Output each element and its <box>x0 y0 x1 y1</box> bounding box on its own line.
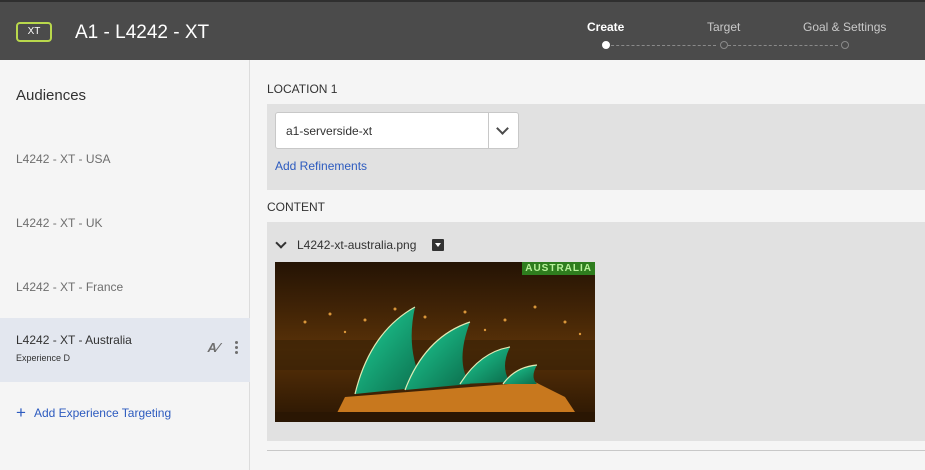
step-dot-icon <box>601 41 610 49</box>
xt-badge-icon: XT <box>16 22 52 42</box>
workflow-steps: Create Target Goal & Settings <box>570 20 910 54</box>
activity-title: A1 - L4242 - XT <box>75 22 210 43</box>
content-panel: L4242-xt-australia.png AUSTRALIA <box>267 222 925 441</box>
location-panel: a1-serverside-xt Add Refinements <box>267 104 925 190</box>
audience-item-usa[interactable]: L4242 - XT - USA <box>0 126 250 190</box>
preview-tag: AUSTRALIA <box>522 262 595 275</box>
audiences-sidebar: Audiences L4242 - XT - USA L4242 - XT - … <box>0 60 250 470</box>
collapse-chevron-icon[interactable] <box>275 237 287 249</box>
opera-house-image <box>275 262 595 422</box>
add-experience-targeting-button[interactable]: + Add Experience Targeting <box>16 403 172 422</box>
content-file-name: L4242-xt-australia.png <box>297 238 417 252</box>
chevron-down-icon <box>496 122 509 135</box>
step-label: Goal & Settings <box>803 20 887 34</box>
content-preview-image[interactable]: AUSTRALIA <box>275 262 595 422</box>
more-icon[interactable] <box>235 341 238 354</box>
step-create[interactable]: Create <box>587 20 624 49</box>
audience-item-uk[interactable]: L4242 - XT - UK <box>0 190 250 254</box>
step-dot-icon <box>719 41 728 49</box>
location-select-toggle[interactable] <box>488 113 518 148</box>
content-section-label: CONTENT <box>267 200 325 214</box>
main-panel: LOCATION 1 a1-serverside-xt Add Refineme… <box>251 60 925 470</box>
app-header: XT A1 - L4242 - XT Create Target Goal & … <box>0 0 925 60</box>
add-refinements-link[interactable]: Add Refinements <box>275 159 367 173</box>
step-label: Target <box>707 20 741 34</box>
audience-label: L4242 - XT - France <box>16 280 124 294</box>
sidebar-title: Audiences <box>16 87 87 104</box>
divider <box>267 450 925 451</box>
step-dot-icon <box>840 41 849 49</box>
audience-item-france[interactable]: L4242 - XT - France <box>0 254 250 318</box>
audience-item-australia[interactable]: L4242 - XT - Australia Experience D A⁄ <box>0 318 250 382</box>
step-goal-settings[interactable]: Goal & Settings <box>803 20 886 49</box>
plus-icon: + <box>16 403 26 422</box>
content-file-row: L4242-xt-australia.png <box>275 237 445 252</box>
step-label: Create <box>587 20 625 34</box>
experience-label: Experience D <box>16 353 71 363</box>
audience-label: L4242 - XT - Australia <box>16 333 132 347</box>
step-target[interactable]: Target <box>707 20 740 49</box>
add-targeting-label: Add Experience Targeting <box>33 406 172 420</box>
dropdown-menu-icon[interactable] <box>432 239 445 251</box>
audience-label: L4242 - XT - UK <box>16 216 103 230</box>
rename-icon[interactable]: A⁄ <box>207 340 219 355</box>
location-select-value: a1-serverside-xt <box>286 124 373 138</box>
location-select[interactable]: a1-serverside-xt <box>275 112 519 149</box>
location-section-label: LOCATION 1 <box>267 82 338 96</box>
audience-label: L4242 - XT - USA <box>16 152 111 166</box>
